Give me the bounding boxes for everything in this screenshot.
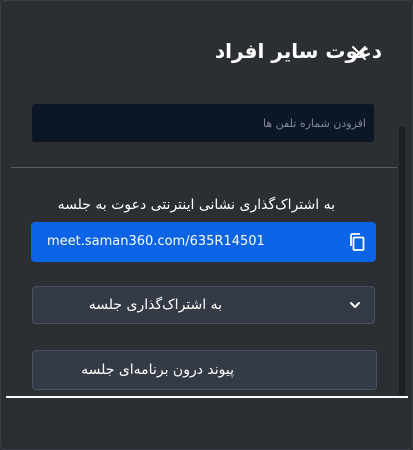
share-meeting-select[interactable]: به اشتراک‌گذاری جلسه: [32, 286, 375, 324]
close-icon: [352, 46, 366, 60]
phone-number-input[interactable]: [32, 104, 374, 142]
invite-link-label: به اشتراک‌گذاری نشانی اینترنتی دعوت به ج…: [57, 197, 335, 213]
invite-link-box[interactable]: meet.saman360.com/635R14501: [31, 222, 376, 262]
divider: [11, 167, 397, 168]
copy-icon: [350, 233, 365, 251]
in-app-link-button[interactable]: پیوند درون برنامه‌ای جلسه: [32, 350, 377, 390]
chevron-down-icon: [350, 302, 360, 308]
in-app-link-label: پیوند درون برنامه‌ای جلسه: [81, 362, 234, 378]
invite-link-url[interactable]: meet.saman360.com/635R14501: [47, 234, 265, 249]
copy-button[interactable]: [349, 233, 365, 251]
scrollbar-thumb[interactable]: [399, 126, 405, 396]
share-meeting-label: به اشتراک‌گذاری جلسه: [88, 297, 222, 313]
close-button[interactable]: [347, 41, 371, 65]
bottom-divider: [6, 396, 408, 398]
invite-dialog: دعوت سایر افراد به اشتراک‌گذاری نشانی ای…: [0, 0, 413, 450]
phone-input-container: [32, 104, 374, 142]
